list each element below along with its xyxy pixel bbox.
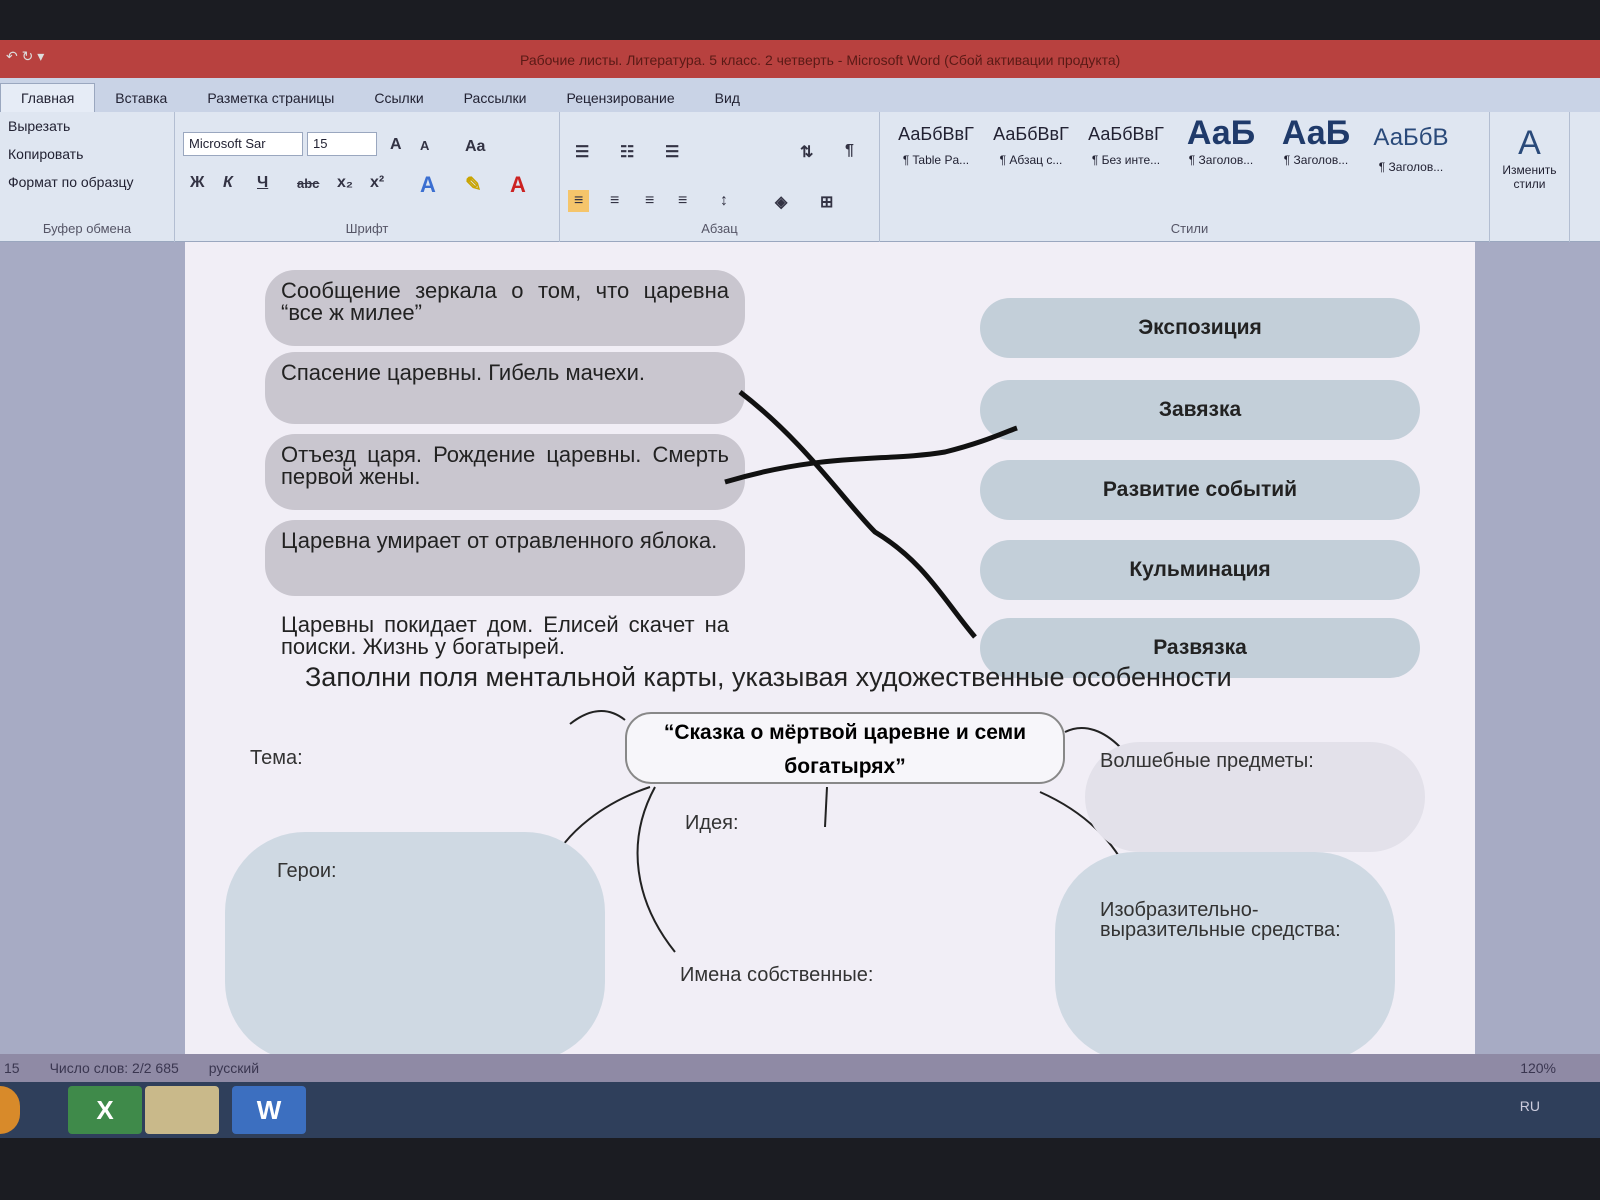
multilevel-list-icon[interactable]: ☰	[665, 142, 679, 162]
align-left-icon[interactable]: ≡	[568, 190, 590, 212]
tab-insert[interactable]: Вставка	[95, 84, 187, 112]
paragraph-label: Абзац	[701, 221, 738, 236]
expressive-means-label: Изобразительно-выразительные средства:	[1100, 899, 1341, 941]
numbering-icon[interactable]: ☷	[620, 142, 634, 162]
italic-button[interactable]: К	[223, 174, 233, 192]
line-spacing-icon[interactable]: ↕	[720, 192, 728, 210]
tab-references[interactable]: Ссылки	[354, 84, 443, 112]
taskbar: X W RU	[0, 1082, 1600, 1138]
title-bar: ↶ ↻ ▾ Рабочие листы. Литература. 5 класс…	[0, 40, 1600, 78]
style-heading-3[interactable]: АаБбВ ¶ Заголов...	[1365, 124, 1457, 174]
means-field[interactable]	[1055, 852, 1395, 1062]
style-table-paragraph[interactable]: АаБбВвГ ¶ Table Pa...	[890, 124, 982, 167]
styles-group: АаБбВвГ ¶ Table Pa... АаБбВвГ ¶ Абзац с...…	[890, 112, 1490, 242]
tab-review[interactable]: Рецензирование	[547, 84, 695, 112]
style-name: ¶ Заголов...	[1188, 153, 1254, 167]
bold-button[interactable]: Ж	[190, 174, 204, 192]
subscript-button[interactable]: x₂	[337, 174, 353, 192]
zoom-level[interactable]: 120%	[1520, 1060, 1556, 1076]
style-name: ¶ Без инте...	[1091, 153, 1161, 167]
text-effects-icon[interactable]: A	[420, 172, 436, 198]
word-count[interactable]: Число слов: 2/2 685	[50, 1060, 179, 1076]
bullets-icon[interactable]: ☰	[575, 142, 589, 162]
borders-icon[interactable]: ⊞	[820, 192, 833, 212]
magic-items-label: Волшебные предметы:	[1100, 750, 1314, 772]
word-taskbar-button[interactable]: W	[232, 1086, 306, 1134]
change-case-button[interactable]: Aa	[465, 138, 485, 156]
quick-access-toolbar[interactable]: ↶ ↻ ▾	[6, 48, 44, 65]
change-styles-label: Изменить стили	[1502, 163, 1557, 191]
theme-label: Тема:	[250, 747, 303, 769]
tab-view[interactable]: Вид	[695, 84, 760, 112]
paragraph-group: ☰ ☷ ☰ ⇅ ¶ ≡ ≡ ≡ ≡ ↕ ◈ ⊞ Абзац	[560, 112, 880, 242]
grow-font-button[interactable]: A	[390, 136, 402, 154]
highlight-icon[interactable]: ✎	[465, 172, 482, 197]
tab-page-layout[interactable]: Разметка страницы	[187, 84, 354, 112]
drawn-line	[724, 425, 1018, 485]
tab-mailings[interactable]: Рассылки	[444, 84, 547, 112]
font-label: Шрифт	[345, 221, 389, 236]
shrink-font-button[interactable]: A	[420, 138, 429, 153]
change-styles-icon: A	[1518, 124, 1541, 162]
superscript-button[interactable]: x²	[370, 174, 384, 192]
justify-icon[interactable]: ≡	[678, 192, 687, 210]
excel-taskbar-button[interactable]: X	[68, 1086, 142, 1134]
window-title: Рабочие листы. Литература. 5 класс. 2 че…	[520, 52, 1121, 68]
language-indicator[interactable]: RU	[1520, 1098, 1540, 1114]
style-heading-2[interactable]: АаБ ¶ Заголов...	[1270, 114, 1362, 167]
style-heading-1[interactable]: АаБ ¶ Заголов...	[1175, 114, 1267, 167]
style-name: ¶ Заголов...	[1283, 153, 1349, 167]
align-right-icon[interactable]: ≡	[645, 192, 654, 210]
copy-button[interactable]: Копировать	[0, 140, 174, 168]
style-sample: АаБбВ	[1373, 124, 1449, 151]
drawn-line	[738, 390, 977, 639]
font-size-select[interactable]: 15	[307, 132, 377, 156]
style-list-paragraph[interactable]: АаБбВвГ ¶ Абзац с...	[985, 124, 1077, 167]
clipboard-group: Вырезать Копировать Формат по образцу Бу…	[0, 112, 175, 242]
style-sample: АаБ	[1186, 114, 1256, 152]
align-center-icon[interactable]: ≡	[610, 192, 619, 210]
start-button[interactable]	[0, 1086, 20, 1134]
style-no-spacing[interactable]: АаБбВвГ ¶ Без инте...	[1080, 124, 1172, 167]
heroes-label: Герои:	[277, 860, 337, 882]
style-sample: АаБ	[1281, 114, 1351, 152]
style-sample: АаБбВвГ	[993, 124, 1069, 144]
idea-label: Идея:	[685, 812, 739, 834]
ribbon: Вырезать Копировать Формат по образцу Бу…	[0, 112, 1600, 242]
pilcrow-icon[interactable]: ¶	[845, 142, 854, 160]
strikethrough-button[interactable]: abc	[297, 176, 319, 191]
page-number[interactable]: 15	[4, 1060, 20, 1076]
map-center-title: “Сказка о мёртвой царевне и семи богатыр…	[625, 712, 1065, 784]
style-name: ¶ Заголов...	[1378, 160, 1444, 174]
font-name-select[interactable]: Microsoft Sar	[183, 132, 303, 156]
cut-button[interactable]: Вырезать	[0, 112, 174, 140]
font-group: Microsoft Sar 15 A A Aa Ж К Ч abc x₂ x² …	[175, 112, 560, 242]
clipboard-label: Буфер обмена	[42, 221, 132, 236]
status-bar: 15 Число слов: 2/2 685 русский 120%	[0, 1054, 1600, 1082]
style-name: ¶ Абзац с...	[999, 153, 1063, 167]
sort-icon[interactable]: ⇅	[800, 142, 813, 162]
change-styles-button[interactable]: A Изменить стили	[1490, 112, 1570, 242]
style-name: ¶ Table Pa...	[902, 153, 970, 167]
ribbon-tabs: Главная Вставка Разметка страницы Ссылки…	[0, 78, 1600, 112]
task-instruction: Заполни поля ментальной карты, указывая …	[305, 662, 1232, 692]
shading-icon[interactable]: ◈	[775, 192, 787, 212]
proper-names-label: Имена собственные:	[680, 964, 874, 986]
tab-home[interactable]: Главная	[0, 83, 96, 112]
style-sample: АаБбВвГ	[1088, 124, 1164, 144]
language[interactable]: русский	[209, 1060, 259, 1076]
format-painter-button[interactable]: Формат по образцу	[0, 168, 174, 196]
explorer-taskbar-button[interactable]	[145, 1086, 219, 1134]
document-page[interactable]: Сообщение зеркала о том, что царевна “вс…	[185, 242, 1475, 1062]
font-color-icon[interactable]: A	[510, 172, 526, 198]
style-sample: АаБбВвГ	[898, 124, 974, 144]
styles-label: Стили	[1170, 221, 1209, 236]
underline-button[interactable]: Ч	[257, 174, 268, 192]
